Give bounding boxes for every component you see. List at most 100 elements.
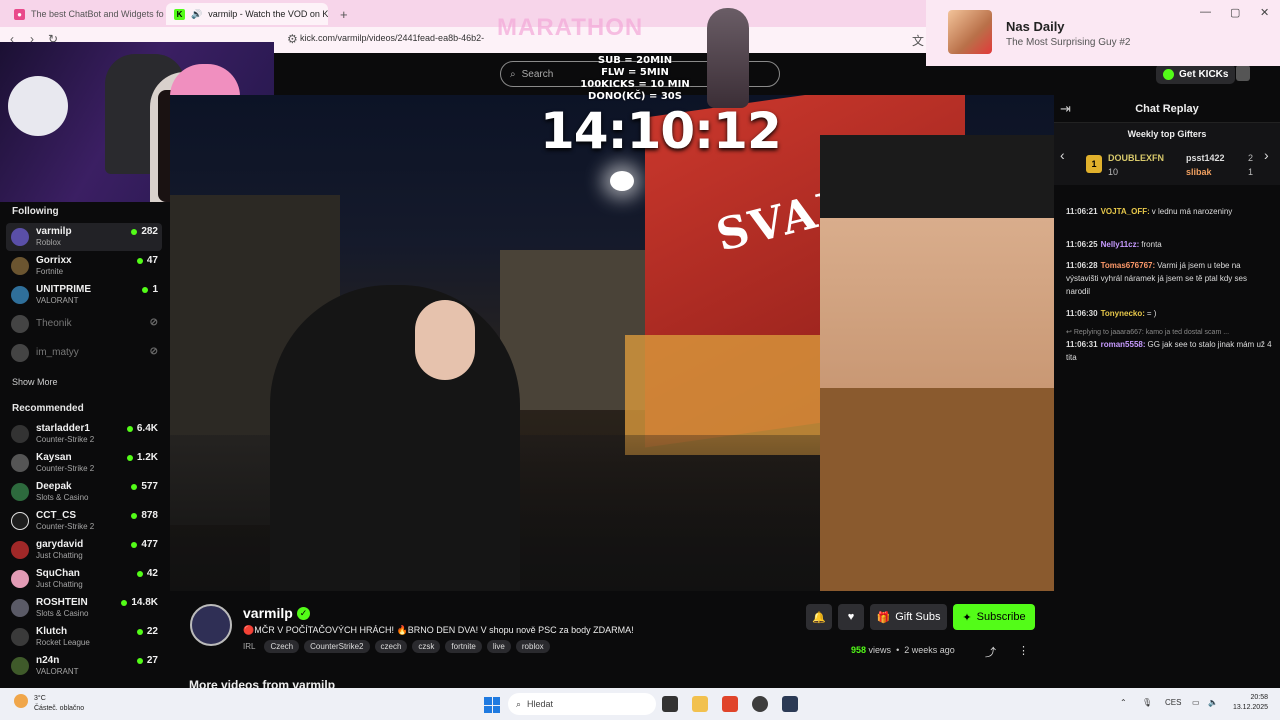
kick-favicon-icon: K bbox=[174, 8, 185, 20]
show-more-link[interactable]: Show More bbox=[12, 377, 58, 387]
weather-icon[interactable] bbox=[14, 694, 28, 708]
taskbar-search[interactable]: ⌕ Hledat bbox=[508, 693, 656, 715]
sidebar-item-klutch[interactable]: Klutch Rocket League 22 bbox=[6, 623, 162, 651]
tag[interactable]: fortnite bbox=[445, 640, 482, 653]
get-kicks-button[interactable]: Get KICKs bbox=[1156, 64, 1236, 84]
sidebar-item-roshtein[interactable]: ROSHTEIN Slots & Casino 14.8K bbox=[6, 594, 162, 622]
app-icon[interactable] bbox=[782, 696, 798, 712]
tag[interactable]: roblox bbox=[515, 640, 550, 653]
video-player[interactable]: SVAŘÁ bbox=[170, 95, 1054, 591]
taskbar-search-placeholder: Hledat bbox=[527, 699, 554, 709]
sidebar-item-varmilp[interactable]: varmilp Roblox 282 bbox=[6, 223, 162, 251]
gift-subs-button[interactable]: 🎁 Gift Subs bbox=[870, 604, 947, 630]
gifter-name[interactable]: psst1422 bbox=[1186, 153, 1225, 163]
avatar bbox=[11, 454, 29, 472]
notification-bell-button[interactable]: 🔔 bbox=[806, 604, 832, 630]
channel-avatar[interactable] bbox=[190, 604, 232, 646]
channel-name: Theonik bbox=[36, 318, 72, 329]
share-icon[interactable]: ⤴ bbox=[985, 644, 996, 660]
category-link[interactable]: IRL bbox=[243, 642, 255, 651]
language-indicator[interactable]: CES bbox=[1165, 698, 1181, 707]
clock[interactable]: 20:58 13.12.2025 bbox=[1228, 693, 1268, 713]
network-icon[interactable]: ▭ bbox=[1192, 698, 1200, 707]
tag[interactable]: czsk bbox=[412, 640, 441, 653]
gifter-count: 2 bbox=[1248, 153, 1254, 163]
gifter-count: 1 bbox=[1248, 167, 1254, 177]
tag[interactable]: CounterStrike2 bbox=[304, 640, 370, 653]
channel-name[interactable]: varmilp bbox=[243, 605, 293, 621]
avatar bbox=[11, 425, 29, 443]
live-dot-icon bbox=[131, 228, 138, 235]
translate-icon[interactable]: 文 bbox=[912, 32, 924, 49]
mascot-figure bbox=[707, 8, 749, 108]
live-dot-icon bbox=[142, 286, 149, 293]
channel-category: Counter-Strike 2 bbox=[36, 464, 95, 473]
maximize-button[interactable]: ▢ bbox=[1230, 6, 1240, 19]
gifter-name[interactable]: DOUBLEXFN bbox=[1108, 153, 1164, 163]
tray-chevron-icon[interactable]: ⌃ bbox=[1120, 698, 1127, 707]
subathon-timer: 14:10:12 bbox=[540, 102, 782, 160]
gifter-name[interactable]: slibak bbox=[1186, 167, 1212, 177]
chevron-left-icon[interactable]: ‹ bbox=[1060, 147, 1065, 163]
offline-icon: ⊘ bbox=[149, 317, 158, 328]
live-dot-icon bbox=[136, 657, 143, 664]
tab-title: varmilp - Watch the VOD on K bbox=[208, 9, 328, 19]
minimize-button[interactable]: — bbox=[1200, 6, 1211, 18]
sidebar-item-gorrixx[interactable]: Gorrixx Fortnite 47 bbox=[6, 252, 162, 280]
notification-title: Nas Daily bbox=[1006, 19, 1065, 34]
volume-icon[interactable]: 🔈 bbox=[1208, 698, 1218, 707]
more-options-icon[interactable]: ⋮ bbox=[1018, 644, 1029, 657]
tag[interactable]: live bbox=[486, 640, 511, 653]
live-dot-icon bbox=[136, 257, 143, 264]
sidebar-item-garydavid[interactable]: garydavid Just Chatting 477 bbox=[6, 536, 162, 564]
site-info-icon[interactable]: ⚙ bbox=[287, 32, 298, 46]
viewer-count: 577 bbox=[131, 481, 158, 492]
user-avatar-icon[interactable] bbox=[1236, 65, 1250, 81]
windows-taskbar: 3°C Částeč. oblačno ⌕ Hledat ⌃ 🎙 CES ▭ 🔈… bbox=[0, 688, 1280, 720]
chevron-right-icon[interactable]: › bbox=[1264, 147, 1269, 163]
avatar bbox=[11, 344, 29, 362]
sidebar-item-theonik[interactable]: Theonik ⊘ bbox=[6, 310, 162, 338]
top-gifters: Weekly top Gifters ‹ › 1 DOUBLEXFN 10 ps… bbox=[1054, 123, 1280, 185]
channel-category: Slots & Casino bbox=[36, 493, 89, 502]
sidebar-item-squchan[interactable]: SquChan Just Chatting 42 bbox=[6, 565, 162, 593]
start-button[interactable] bbox=[484, 697, 500, 713]
follow-button[interactable]: ♥ bbox=[838, 604, 864, 630]
sidebar-item-n24n[interactable]: n24n VALORANT 27 bbox=[6, 652, 162, 680]
file-explorer-icon[interactable] bbox=[692, 696, 708, 712]
media-notification[interactable]: Nas Daily The Most Surprising Guy #2 — ▢… bbox=[926, 0, 1280, 66]
sidebar-item-starladder1[interactable]: starladder1 Counter-Strike 2 6.4K bbox=[6, 420, 162, 448]
tab-kick-vod[interactable]: K 🔊 varmilp - Watch the VOD on K ✕ bbox=[166, 3, 328, 25]
views-label: views bbox=[868, 645, 892, 655]
weather-widget[interactable]: 3°C Částeč. oblačno bbox=[34, 694, 84, 714]
channel-name: Klutch bbox=[36, 626, 68, 637]
sidebar-item-unitprime[interactable]: UNITPRIME VALORANT 1 bbox=[6, 281, 162, 309]
channel-category: Just Chatting bbox=[36, 551, 83, 560]
sidebar-item-cct-cs[interactable]: CCT_CS Counter-Strike 2 878 bbox=[6, 507, 162, 535]
live-dot-icon bbox=[136, 628, 143, 635]
brave-browser-icon[interactable] bbox=[722, 696, 738, 712]
live-dot-icon bbox=[126, 454, 133, 461]
channel-category: Just Chatting bbox=[36, 580, 83, 589]
task-view-icon[interactable] bbox=[662, 696, 678, 712]
sidebar-item-im-matyy[interactable]: im_matyy ⊘ bbox=[6, 339, 162, 367]
microphone-icon[interactable]: 🎙 bbox=[1142, 698, 1152, 707]
subscribe-button[interactable]: ✦ Subscribe bbox=[953, 604, 1035, 630]
tab-chatbot[interactable]: ● The best ChatBot and Widgets for Ki bbox=[6, 3, 164, 25]
live-dot-icon bbox=[121, 599, 128, 606]
sidebar-item-kaysan[interactable]: Kaysan Counter-Strike 2 1.2K bbox=[6, 449, 162, 477]
channel-category: Rocket League bbox=[36, 638, 90, 647]
close-window-button[interactable]: ✕ bbox=[1260, 6, 1269, 19]
tag-list: IRL Czech CounterStrike2 czech czsk fort… bbox=[243, 640, 550, 653]
tag[interactable]: czech bbox=[374, 640, 408, 653]
tag[interactable]: Czech bbox=[264, 640, 300, 653]
sidebar-item-deepak[interactable]: Deepak Slots & Casino 577 bbox=[6, 478, 162, 506]
live-dot-icon bbox=[131, 512, 138, 519]
obs-icon[interactable] bbox=[752, 696, 768, 712]
search-icon: ⌕ bbox=[510, 68, 516, 80]
avatar bbox=[11, 628, 29, 646]
viewer-count: 878 bbox=[131, 510, 158, 521]
url-field[interactable]: kick.com/varmilp/videos/2441fead-ea8b-46… bbox=[300, 33, 484, 43]
new-tab-button[interactable]: + bbox=[332, 3, 352, 25]
channel-category: Fortnite bbox=[36, 267, 64, 276]
